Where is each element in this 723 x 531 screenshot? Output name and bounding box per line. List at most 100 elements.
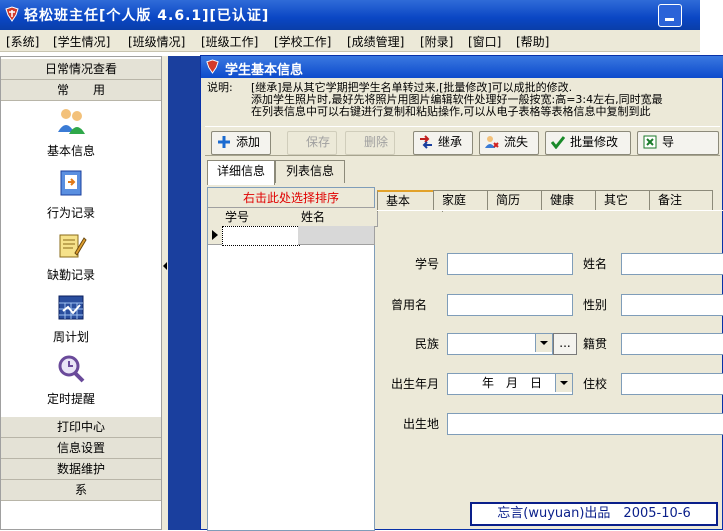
- magnifier-icon: [58, 355, 85, 383]
- boarding-label: 住校: [583, 377, 608, 391]
- child-title-bar[interactable]: 学生基本信息: [201, 56, 723, 78]
- grid-cell-student-id[interactable]: [222, 226, 300, 246]
- description-box: 说明: [继承]是从其它学期把学生名单转过来,[批量修改]可以成批的修改. 添加…: [205, 80, 717, 122]
- nav-tool-weekly-plan[interactable]: 周计划: [1, 291, 141, 345]
- inherit-icon: [420, 135, 432, 149]
- native-place-field[interactable]: [621, 333, 723, 355]
- record-toolbar: 添加 保存 删除 继承 流失 批量修改 导: [205, 126, 720, 156]
- menu-school-work[interactable]: [学校工作]: [274, 33, 331, 50]
- grid-header-name[interactable]: 姓名: [298, 208, 378, 227]
- row-pointer-icon: [212, 230, 218, 240]
- calendar-grid-icon: [58, 295, 84, 320]
- app-logo-icon: [5, 6, 19, 22]
- tab-remarks[interactable]: 备注: [649, 190, 713, 211]
- grid-corner: [208, 208, 223, 227]
- former-name-field[interactable]: [447, 294, 573, 316]
- boarding-field[interactable]: [621, 373, 723, 395]
- view-tabs: 详细信息 列表信息: [205, 160, 405, 185]
- grid-cell-name[interactable]: [298, 226, 375, 245]
- description-line: 在列表信息中可以右键进行复制和粘贴操作,可以从电子表格等表格信息中复制到此: [251, 105, 651, 118]
- save-button[interactable]: 保存: [287, 131, 337, 155]
- lost-button[interactable]: 流失: [479, 131, 539, 155]
- export-button-label: 导: [662, 135, 675, 149]
- notepad-pencil-icon: [59, 234, 87, 258]
- nav-panel: 日常情况查看 常 用 基本信息 行为记录 缺勤记录 周计划 定时提醒 打印中心 …: [0, 56, 162, 530]
- child-window-title: 学生基本信息: [225, 63, 304, 78]
- nav-group-common[interactable]: 常 用: [1, 80, 161, 101]
- menu-window[interactable]: [窗口]: [468, 33, 501, 50]
- ethnicity-picker-button[interactable]: ...: [553, 333, 577, 355]
- person-remove-icon: [485, 136, 499, 148]
- menu-student[interactable]: [学生情况]: [53, 33, 110, 50]
- menu-bar: [系统] [学生情况] [班级情况] [班级工作] [学校工作] [成绩管理] …: [0, 30, 700, 52]
- menu-grades[interactable]: [成绩管理]: [347, 33, 404, 50]
- row-indicator: [208, 226, 223, 245]
- student-id-label: 学号: [415, 257, 440, 271]
- main-title-bar[interactable]: 轻松班主任[个人版 4.6.1][已认证]: [0, 0, 700, 30]
- batch-edit-button-label: 批量修改: [570, 135, 619, 149]
- name-field[interactable]: [621, 253, 723, 275]
- spreadsheet-icon: [643, 135, 657, 149]
- checkmark-icon: [551, 136, 565, 149]
- menu-class-work[interactable]: [班级工作]: [201, 33, 258, 50]
- native-place-label: 籍贯: [583, 337, 608, 351]
- menu-help[interactable]: [帮助]: [516, 33, 549, 50]
- batch-edit-button[interactable]: 批量修改: [545, 131, 631, 155]
- ethnicity-select[interactable]: [447, 333, 553, 355]
- delete-button-label: 删除: [364, 135, 389, 149]
- student-id-field[interactable]: [447, 253, 573, 275]
- tab-detail-info[interactable]: 详细信息: [207, 160, 275, 185]
- nav-tool-behavior[interactable]: 行为记录: [1, 167, 141, 221]
- document-arrow-icon: [60, 170, 82, 196]
- export-button[interactable]: 导: [637, 131, 719, 155]
- nav-tool-label: 基本信息: [46, 144, 95, 158]
- tab-list-info[interactable]: 列表信息: [275, 160, 345, 183]
- nav-tool-basic-info[interactable]: 基本信息: [1, 105, 141, 159]
- birthplace-field[interactable]: [447, 413, 723, 435]
- window-title: 轻松班主任[个人版 4.6.1][已认证]: [24, 8, 270, 24]
- birthplace-label: 出生地: [403, 417, 440, 431]
- detail-tabs: 基本 家庭 简历 健康 其它 备注: [377, 190, 723, 212]
- menu-appendix[interactable]: [附录]: [420, 33, 453, 50]
- student-grid: 右击此处选择排序 学号 姓名: [207, 187, 378, 531]
- grid-header-student-id[interactable]: 学号: [222, 208, 302, 227]
- former-name-label: 曾用名: [391, 298, 428, 312]
- inherit-button-label: 继承: [438, 135, 463, 149]
- gender-label: 性别: [583, 298, 608, 312]
- gender-field[interactable]: [621, 294, 723, 316]
- add-button-label: 添加: [236, 135, 261, 149]
- birth-date-picker[interactable]: 年 月 日: [447, 373, 573, 395]
- nav-tool-label: 行为记录: [46, 206, 95, 220]
- nav-tool-absence[interactable]: 缺勤记录: [1, 229, 141, 283]
- nav-tool-label: 定时提醒: [46, 392, 95, 406]
- nav-group-system[interactable]: 系: [1, 480, 161, 501]
- nav-tool-reminder[interactable]: 定时提醒: [1, 353, 141, 407]
- ethnicity-label: 民族: [415, 337, 440, 351]
- nav-group-print[interactable]: 打印中心: [1, 417, 161, 438]
- credit-banner: 忘言(wuyuan)出品 2005-10-6: [470, 502, 718, 526]
- nav-tool-label: 周计划: [52, 330, 89, 344]
- inherit-button[interactable]: 继承: [413, 131, 473, 155]
- plus-icon: [218, 136, 230, 148]
- nav-group-data-maintenance[interactable]: 数据维护: [1, 459, 161, 480]
- nav-group-daily[interactable]: 日常情况查看: [1, 59, 161, 80]
- name-label: 姓名: [583, 257, 608, 271]
- nav-tool-label: 缺勤记录: [46, 268, 95, 282]
- app-logo-icon: [206, 59, 219, 74]
- student-info-window: 学生基本信息 说明: [继承]是从其它学期把学生名单转过来,[批量修改]可以成批…: [200, 55, 723, 531]
- basic-info-form: 学号 姓名 曾用名 性别 民族 ... 籍贯 出生年月 年 月 日 住校 出生地: [377, 210, 723, 531]
- chevron-down-icon[interactable]: [535, 334, 552, 352]
- birth-date-value: 年 月 日: [482, 376, 543, 390]
- lost-button-label: 流失: [504, 135, 529, 149]
- chevron-down-icon[interactable]: [555, 374, 572, 392]
- description-label: 说明:: [207, 81, 233, 94]
- nav-group-info-settings[interactable]: 信息设置: [1, 438, 161, 459]
- delete-button[interactable]: 删除: [345, 131, 395, 155]
- people-icon: [58, 109, 85, 134]
- add-button[interactable]: 添加: [211, 131, 271, 155]
- sort-hint[interactable]: 右击此处选择排序: [208, 188, 374, 208]
- save-button-label: 保存: [306, 135, 331, 149]
- menu-system[interactable]: [系统]: [6, 33, 39, 50]
- menu-class-status[interactable]: [班级情况]: [128, 33, 185, 50]
- minimize-button[interactable]: [658, 4, 682, 27]
